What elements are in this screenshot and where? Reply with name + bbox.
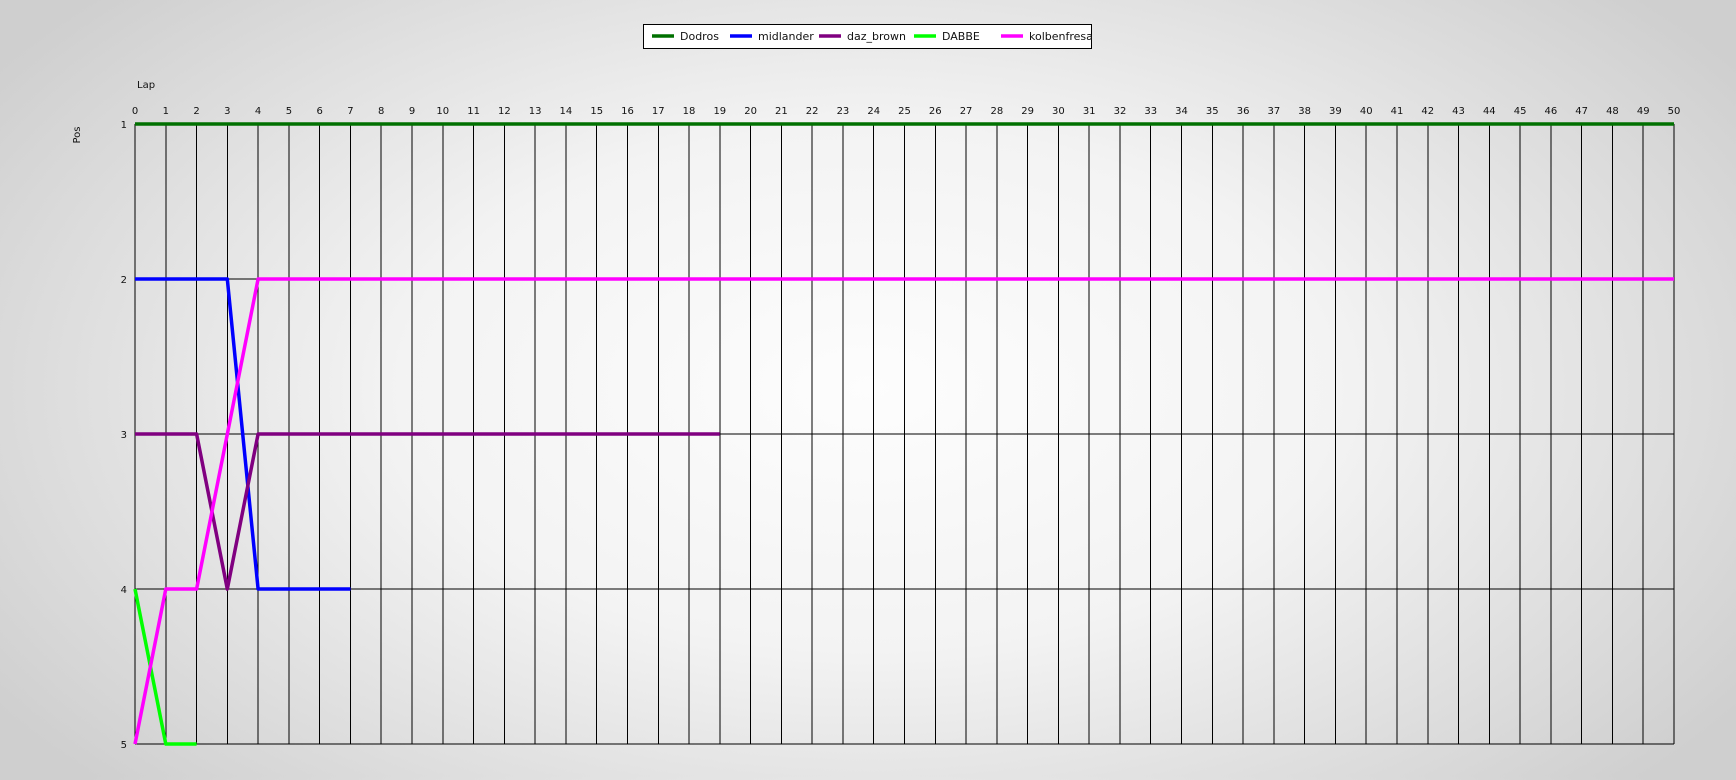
x-tick-label: 40	[1360, 106, 1373, 117]
x-tick-label: 33	[1144, 106, 1157, 117]
y-tick-label: 2	[121, 275, 127, 286]
x-tick-label: 1	[163, 106, 169, 117]
x-tick-label: 41	[1391, 106, 1404, 117]
x-tick-label: 13	[529, 106, 542, 117]
x-tick-label: 31	[1083, 106, 1096, 117]
x-tick-label: 15	[590, 106, 603, 117]
x-tick-label: 7	[347, 106, 353, 117]
legend-label-midlander: midlander	[758, 30, 814, 43]
x-tick-label: 12	[498, 106, 511, 117]
x-tick-label: 19	[713, 106, 726, 117]
x-tick-label: 10	[436, 106, 449, 117]
x-tick-label: 0	[132, 106, 138, 117]
x-tick-label: 48	[1606, 106, 1619, 117]
y-tick-label: 1	[121, 120, 127, 131]
x-tick-label: 45	[1514, 106, 1527, 117]
x-tick-label: 26	[929, 106, 942, 117]
x-tick-label: 49	[1637, 106, 1650, 117]
x-tick-label: 2	[193, 106, 199, 117]
x-tick-label: 46	[1545, 106, 1558, 117]
x-tick-label: 16	[621, 106, 634, 117]
x-tick-label: 14	[560, 106, 573, 117]
x-tick-label: 9	[409, 106, 415, 117]
x-tick-label: 28	[990, 106, 1003, 117]
x-tick-label: 47	[1575, 106, 1588, 117]
x-tick-label: 20	[744, 106, 757, 117]
x-tick-labels: 0 1 2 3 4 5 6 7 8 9 10 11 12 13 14 15 16 17 18 19 20 21 22 23 24…	[132, 106, 1681, 117]
x-tick-label: 50	[1668, 106, 1681, 117]
legend-label-dabbe: DABBE	[942, 30, 980, 43]
x-tick-label: 6	[316, 106, 322, 117]
x-tick-label: 43	[1452, 106, 1465, 117]
x-tick-label: 39	[1329, 106, 1342, 117]
x-tick-label: 38	[1298, 106, 1311, 117]
x-tick-label: 42	[1421, 106, 1434, 117]
y-tick-labels: 1 2 3 4 5	[121, 120, 127, 751]
y-tick-label: 5	[121, 740, 127, 751]
x-tick-label: 35	[1206, 106, 1219, 117]
x-tick-label: 36	[1237, 106, 1250, 117]
y-tick-label: 3	[121, 430, 127, 441]
x-tick-label: 30	[1052, 106, 1065, 117]
legend-label-dodros: Dodros	[680, 30, 719, 43]
y-tick-label: 4	[121, 585, 127, 596]
x-tick-label: 29	[1021, 106, 1034, 117]
x-tick-label: 34	[1175, 106, 1188, 117]
x-tick-label: 4	[255, 106, 261, 117]
x-tick-label: 17	[652, 106, 665, 117]
x-tick-label: 22	[806, 106, 819, 117]
chart-svg: Dodros midlander daz_brown DABBE kolbenfresa…	[72, 24, 1681, 751]
x-tick-label: 3	[224, 106, 230, 117]
y-axis-label: Pos	[72, 126, 83, 143]
x-tick-label: 44	[1483, 106, 1496, 117]
x-tick-label: 11	[467, 106, 480, 117]
x-tick-label: 37	[1267, 106, 1280, 117]
x-tick-label: 25	[898, 106, 911, 117]
legend-label-kolbenfresa: kolbenfresa	[1029, 30, 1093, 43]
x-tick-label: 5	[286, 106, 292, 117]
x-tick-label: 27	[960, 106, 973, 117]
x-tick-label: 8	[378, 106, 384, 117]
x-axis-label: Lap	[137, 80, 155, 91]
legend-label-daz-brown: daz_brown	[847, 30, 906, 43]
position-chart: Dodros midlander daz_brown DABBE kolbenfresa…	[0, 0, 1736, 776]
x-tick-label: 23	[837, 106, 850, 117]
x-tick-label: 18	[683, 106, 696, 117]
legend: Dodros midlander daz_brown DABBE kolbenfresa	[643, 24, 1093, 49]
x-tick-label: 21	[775, 106, 788, 117]
x-tick-label: 32	[1114, 106, 1127, 117]
x-tick-label: 24	[867, 106, 880, 117]
